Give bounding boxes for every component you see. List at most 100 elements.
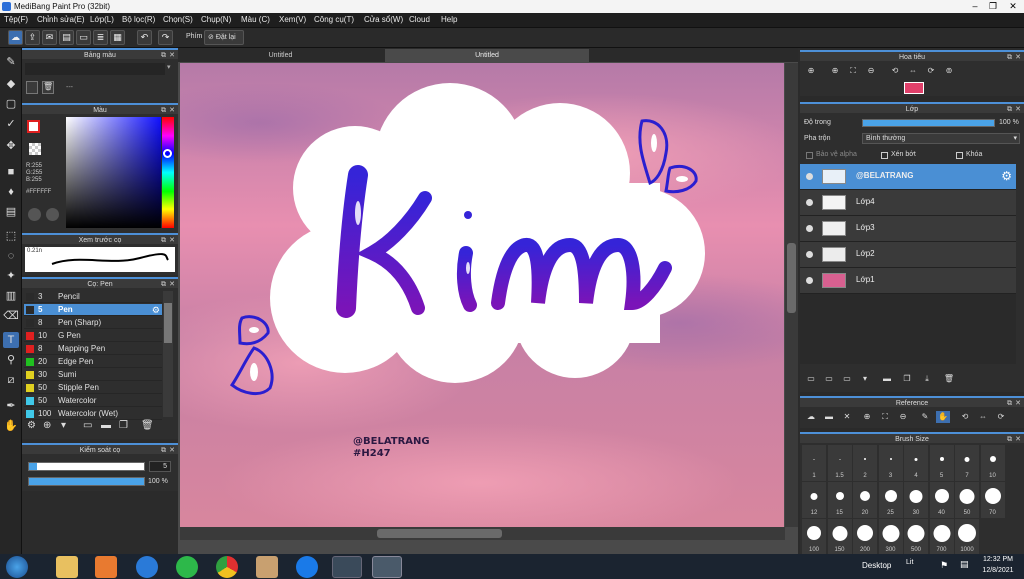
delete-layer-icon[interactable]: 🗑 xyxy=(942,373,956,385)
brush-size-option[interactable]: 200 xyxy=(853,519,877,555)
hue-handle[interactable] xyxy=(163,149,172,158)
lasso-tool-icon[interactable]: ◌ xyxy=(3,248,19,264)
hand-tool-icon[interactable]: ✋ xyxy=(3,418,19,434)
color-wheel-icon[interactable] xyxy=(28,208,41,221)
brush-size-option[interactable]: 30 xyxy=(904,482,928,518)
eyedropper-icon[interactable]: ✎ xyxy=(918,411,932,423)
brush-size-option[interactable]: 3 xyxy=(878,445,903,481)
list-icon[interactable]: ≣ xyxy=(93,30,108,45)
brush-size-option[interactable]: 25 xyxy=(878,482,903,518)
visibility-eye-icon[interactable] xyxy=(806,251,813,258)
maximize-button[interactable]: ❐ xyxy=(984,0,1002,13)
new-8bit-layer-icon[interactable]: ▭ xyxy=(840,373,854,385)
reset-button[interactable]: ⊘ Đặt lại xyxy=(204,30,244,45)
dot-tool-icon[interactable]: ✓ xyxy=(3,116,19,132)
magic-wand-icon[interactable]: ✦ xyxy=(3,268,19,284)
brush-size-option[interactable]: 1000 xyxy=(955,519,979,555)
ie-icon[interactable] xyxy=(136,556,158,578)
language-label[interactable]: Lit xyxy=(906,559,913,566)
brush-item-stipple-pen[interactable]: 50 Stipple Pen xyxy=(24,382,162,394)
rotate-right-icon[interactable]: ⟳ xyxy=(924,65,938,77)
desktop-label[interactable]: Desktop xyxy=(862,561,891,570)
bucket-tool-icon[interactable]: ♦ xyxy=(3,184,19,200)
transparent-swatch[interactable] xyxy=(29,143,41,155)
clock-time[interactable]: 12:32 PM xyxy=(980,556,1016,563)
duplicate-layer-icon[interactable]: ❐ xyxy=(900,373,914,385)
duplicate-icon[interactable]: ❐ xyxy=(119,420,128,431)
hand-icon[interactable]: ✋ xyxy=(936,411,950,423)
menu-help[interactable]: Help xyxy=(441,15,457,24)
clock-date[interactable]: 12/8/2021 xyxy=(980,567,1016,574)
zoom-in-icon[interactable]: ⊕ xyxy=(828,65,842,77)
rotate-right-icon[interactable]: ⟳ xyxy=(994,411,1008,423)
brush-size-option[interactable]: 300 xyxy=(878,519,903,555)
pen-tool-icon[interactable]: ✒ xyxy=(3,398,19,414)
lock-checkbox[interactable] xyxy=(956,152,963,159)
close-icon[interactable]: ✕ xyxy=(169,105,175,116)
chrome-icon[interactable] xyxy=(216,556,238,578)
visibility-eye-icon[interactable] xyxy=(806,199,813,206)
brush-item-edge-pen[interactable]: 20 Edge Pen xyxy=(24,356,162,368)
brush-settings-icon[interactable]: ⚙ xyxy=(152,304,160,316)
popout-icon[interactable]: ⧉ xyxy=(1007,434,1012,445)
layer-menu-icon[interactable]: ▾ xyxy=(858,373,872,385)
grid-icon[interactable]: ▦ xyxy=(110,30,125,45)
trash-icon[interactable]: 🗑 xyxy=(141,420,154,431)
folder-icon[interactable]: ▬ xyxy=(101,420,111,431)
protect-alpha-checkbox[interactable] xyxy=(806,152,813,159)
brush-size-option[interactable]: 20 xyxy=(853,482,877,518)
popout-icon[interactable]: ⧉ xyxy=(161,50,166,61)
zalo-icon[interactable] xyxy=(296,556,318,578)
palette-dropdown[interactable] xyxy=(25,63,165,75)
text-tool-icon[interactable]: T xyxy=(3,332,19,348)
new-layer-icon[interactable]: ▭ xyxy=(804,373,818,385)
chrome-active-icon[interactable] xyxy=(332,556,362,578)
undo-icon[interactable]: ↶ xyxy=(137,30,152,45)
clipping-checkbox[interactable] xyxy=(881,152,888,159)
popout-icon[interactable]: ⧉ xyxy=(1007,104,1012,115)
fit-icon[interactable]: ⛶ xyxy=(846,65,860,77)
brush-copy-icon[interactable]: ▭ xyxy=(83,420,92,431)
menu-filter[interactable]: Bộ lọc(R) xyxy=(122,15,155,24)
rectangle-tool-icon[interactable]: ▢ xyxy=(3,96,19,112)
brush-size-option[interactable]: 70 xyxy=(980,482,1005,518)
menu-select[interactable]: Chọn(S) xyxy=(163,15,193,24)
zoom-out-icon[interactable]: ⊖ xyxy=(896,411,910,423)
merge-layer-icon[interactable]: ⤓ xyxy=(920,373,934,385)
new-palette-icon[interactable] xyxy=(26,81,38,94)
brush-item-g-pen[interactable]: 10 G Pen xyxy=(24,330,162,342)
brush-size-option[interactable]: 700 xyxy=(929,519,954,555)
close-icon[interactable]: ✕ xyxy=(1015,398,1021,409)
media-player-icon[interactable] xyxy=(95,556,117,578)
app-icon[interactable] xyxy=(176,556,198,578)
paint-icon[interactable] xyxy=(256,556,278,578)
folder-icon[interactable]: ▬ xyxy=(880,373,894,385)
minimize-button[interactable]: – xyxy=(966,0,984,13)
brush-size-slider[interactable] xyxy=(28,462,145,471)
brush-size-option[interactable]: 1.5 xyxy=(827,445,852,481)
brush-size-option[interactable]: 150 xyxy=(827,519,852,555)
brush-size-option[interactable]: 2 xyxy=(853,445,877,481)
menu-cloud[interactable]: Cloud xyxy=(409,15,430,24)
brush-add-icon[interactable]: ⊕ xyxy=(43,420,51,431)
brush-size-option[interactable]: 4 xyxy=(904,445,928,481)
eyedropper-icon[interactable]: ⚲ xyxy=(3,352,19,368)
comment-icon[interactable]: ▤ xyxy=(59,30,74,45)
fill-shape-tool-icon[interactable]: ■ xyxy=(3,164,19,180)
zoom-out-icon[interactable]: ⊖ xyxy=(864,65,878,77)
gradient-tool-icon[interactable]: ▤ xyxy=(3,204,19,220)
delete-palette-icon[interactable]: 🗑 xyxy=(42,81,54,94)
brush-item-watercolor[interactable]: 50 Watercolor xyxy=(24,395,162,407)
flip-icon[interactable]: ⇔ xyxy=(906,65,920,77)
brush-opacity-slider[interactable] xyxy=(28,477,145,486)
layer-row-lop2[interactable]: Lớp2 xyxy=(800,242,1016,268)
brush-size-option[interactable]: 40 xyxy=(929,482,954,518)
menu-layer[interactable]: Lớp(L) xyxy=(90,15,114,24)
canvas-vertical-scrollbar[interactable] xyxy=(785,63,798,527)
saturation-value-picker[interactable] xyxy=(66,117,161,228)
close-icon[interactable]: ✕ xyxy=(1015,52,1021,63)
blend-mode-select[interactable]: Bình thường ▾ xyxy=(862,133,1020,144)
file-explorer-icon[interactable] xyxy=(56,556,78,578)
open-icon[interactable]: ▬ xyxy=(822,411,836,423)
close-icon[interactable]: ✕ xyxy=(1015,434,1021,445)
